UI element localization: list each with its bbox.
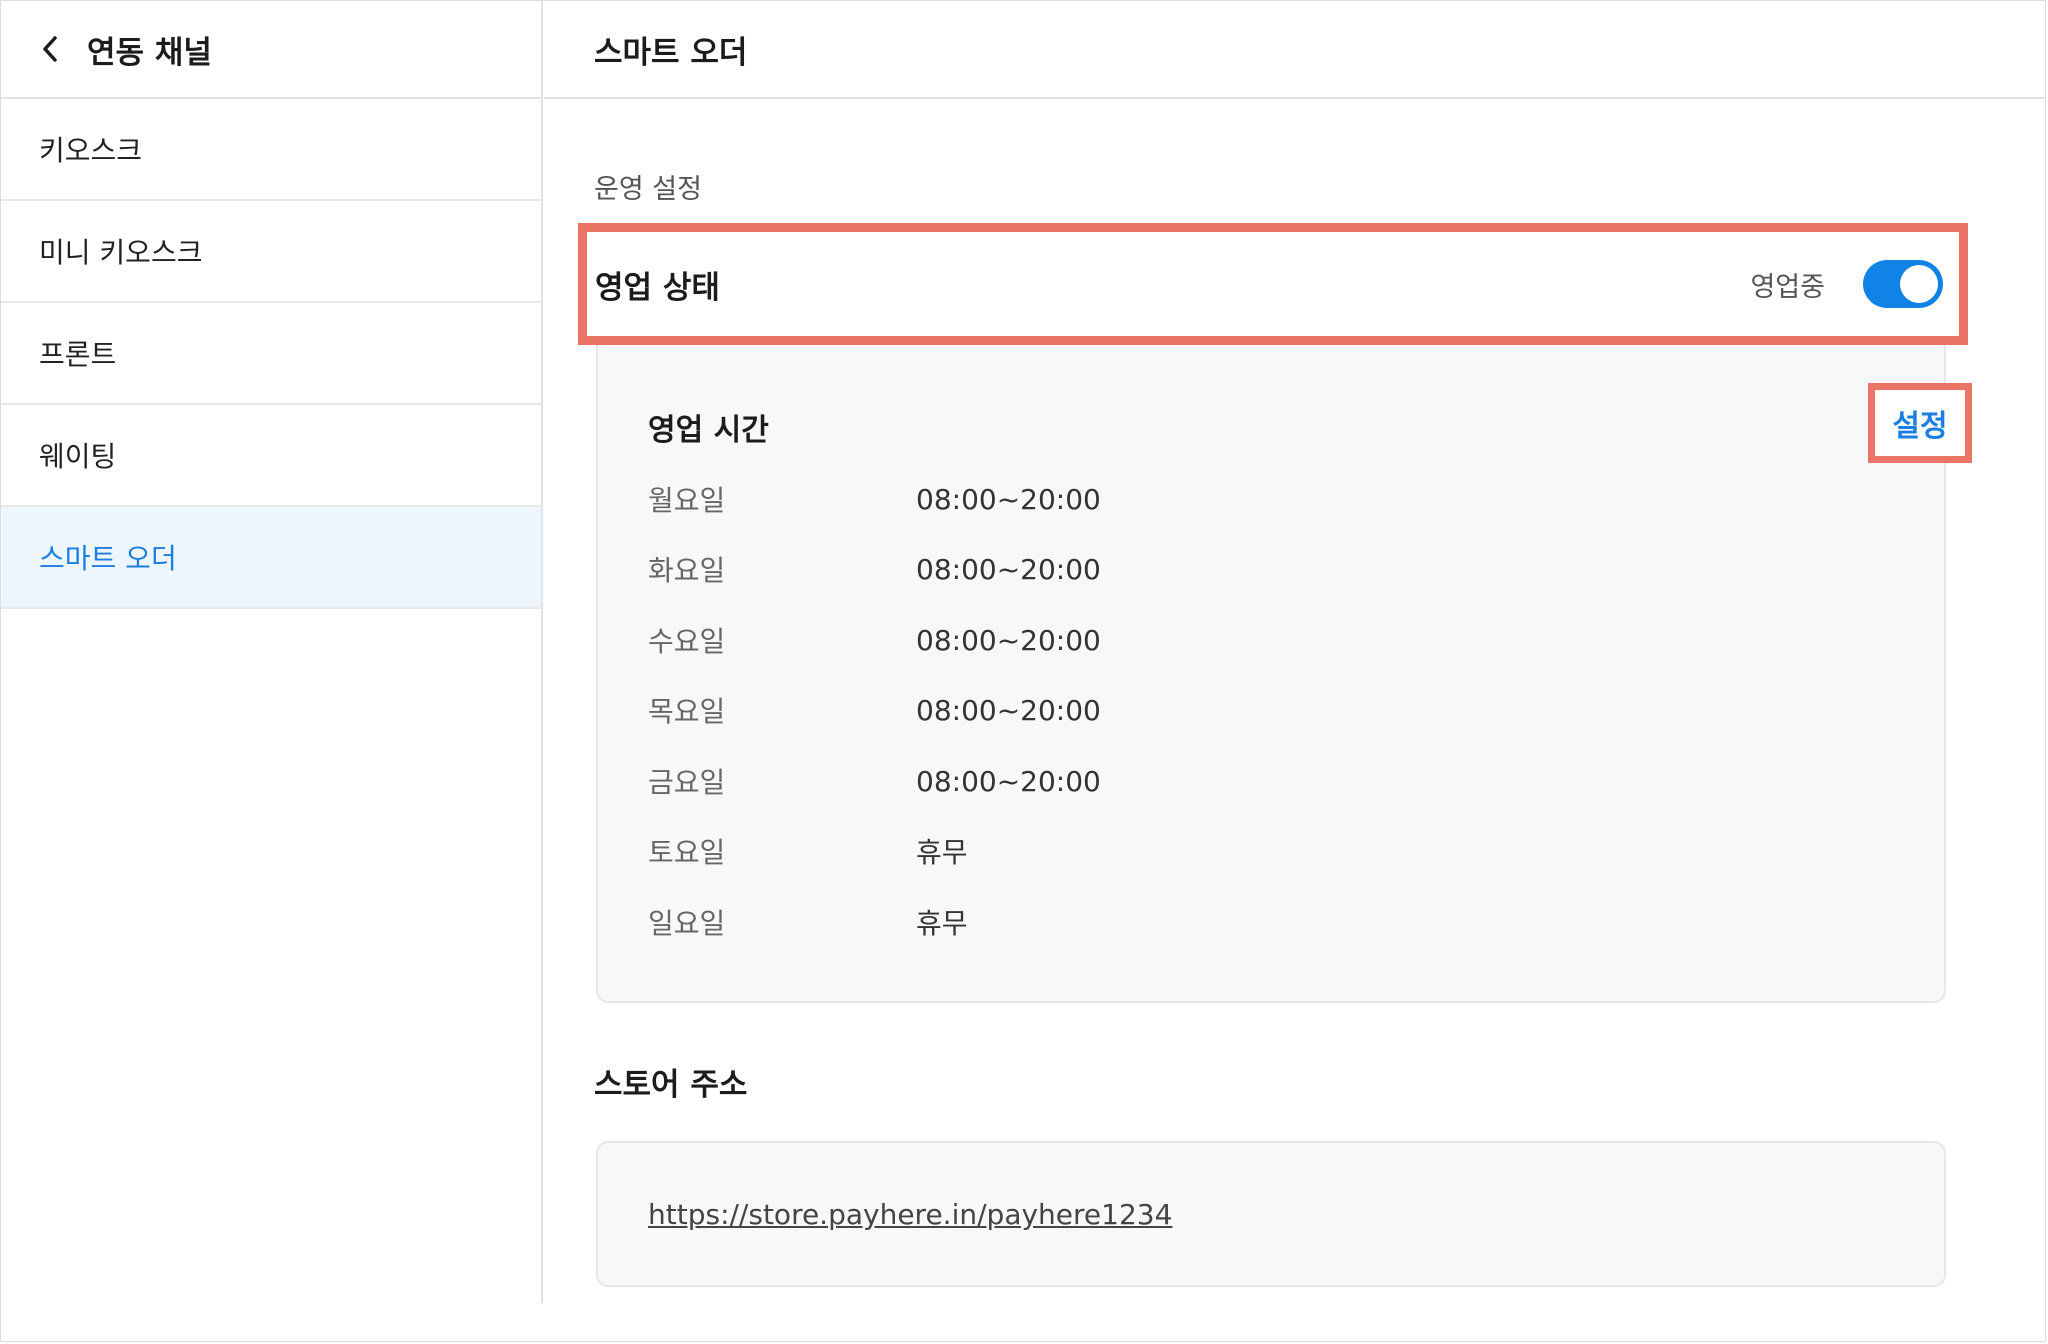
hours-time: 휴무 — [916, 907, 968, 940]
hours-time: 08:00~20:00 — [916, 482, 1101, 516]
sidebar: 연동 채널 키오스크 미니 키오스크 프론트 웨이팅 스마트 오더 — [1, 1, 543, 1303]
main-panel: 스마트 오더 운영 설정 영업 상태 영업중 영업 시간 설정 월요일 08:0… — [544, 1, 2046, 1341]
store-address-box: https://store.payhere.in/payhere1234 — [596, 1141, 1946, 1287]
hours-row: 화요일 08:00~20:00 — [648, 549, 1101, 589]
hours-time: 휴무 — [916, 836, 968, 869]
business-status-row: 영업 상태 영업중 — [578, 223, 1968, 345]
hours-day: 목요일 — [648, 695, 726, 728]
sidebar-item-waiting[interactable]: 웨이팅 — [1, 405, 541, 507]
sidebar-item-front[interactable]: 프론트 — [1, 303, 541, 405]
sidebar-header: 연동 채널 — [1, 1, 541, 99]
hours-row: 일요일 휴무 — [648, 902, 968, 942]
hours-row: 토요일 휴무 — [648, 831, 968, 871]
business-hours-title: 영업 시간 — [648, 413, 769, 448]
hours-day: 화요일 — [648, 554, 726, 587]
hours-row: 수요일 08:00~20:00 — [648, 620, 1101, 660]
sidebar-item-mini-kiosk[interactable]: 미니 키오스크 — [1, 201, 541, 303]
hours-time: 08:00~20:00 — [916, 693, 1101, 727]
sidebar-title: 연동 채널 — [87, 34, 212, 71]
hours-time: 08:00~20:00 — [916, 623, 1101, 657]
store-address-title: 스토어 주소 — [594, 1067, 748, 1103]
sidebar-item-smart-order[interactable]: 스마트 오더 — [1, 507, 541, 609]
section-label: 운영 설정 — [594, 174, 702, 205]
hours-row: 금요일 08:00~20:00 — [648, 761, 1101, 801]
hours-day: 토요일 — [648, 836, 726, 869]
business-status-toggle[interactable] — [1863, 260, 1943, 308]
hours-day: 월요일 — [648, 484, 726, 517]
hours-settings-button[interactable]: 설정 — [1868, 383, 1972, 463]
page-title: 스마트 오더 — [594, 34, 748, 71]
hours-time: 08:00~20:00 — [916, 764, 1101, 798]
business-status-label: 영업 상태 — [595, 269, 720, 306]
hours-row: 목요일 08:00~20:00 — [648, 690, 1101, 730]
hours-day: 수요일 — [648, 625, 726, 658]
store-address-link[interactable]: https://store.payhere.in/payhere1234 — [648, 1198, 1172, 1231]
hours-day: 금요일 — [648, 766, 726, 799]
business-status-value: 영업중 — [1750, 271, 1825, 303]
hours-row: 월요일 08:00~20:00 — [648, 479, 1101, 519]
toggle-knob — [1900, 265, 1938, 303]
hours-day: 일요일 — [648, 907, 726, 940]
main-header: 스마트 오더 — [544, 1, 2046, 99]
chevron-left-icon[interactable] — [35, 34, 65, 64]
hours-time: 08:00~20:00 — [916, 552, 1101, 586]
sidebar-item-kiosk[interactable]: 키오스크 — [1, 99, 541, 201]
business-hours-card: 영업 시간 설정 월요일 08:00~20:00 화요일 08:00~20:00… — [596, 345, 1972, 1003]
